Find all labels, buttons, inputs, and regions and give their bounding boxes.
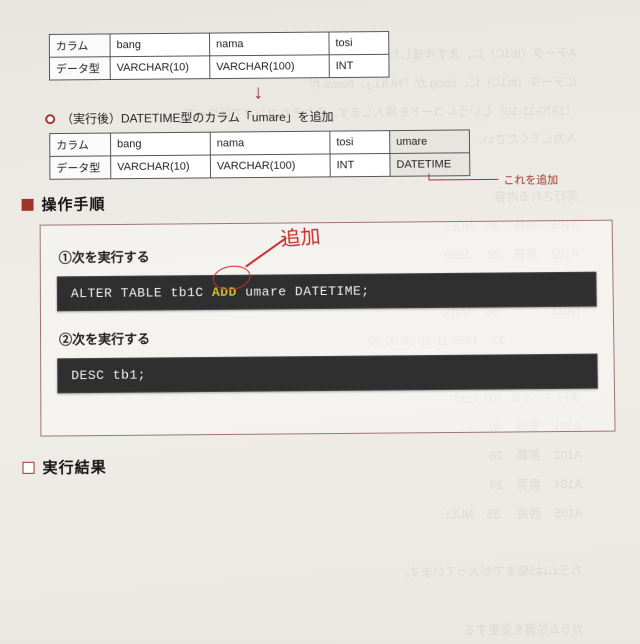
- cell: bang: [111, 132, 211, 156]
- cell: nama: [210, 131, 330, 155]
- table-before: カラム bang nama tosi データ型 VARCHAR(10) VARC…: [49, 31, 390, 80]
- cell: INT: [330, 153, 390, 176]
- cell: nama: [210, 32, 330, 56]
- code-text: ALTER TABLE tb1C: [71, 285, 212, 301]
- section-title: 実行結果: [43, 456, 107, 478]
- section-header-result: 実行結果: [22, 452, 612, 478]
- code-step2: DESC tb1;: [57, 354, 598, 394]
- caption-text: （実行後）DATETIME型のカラム「umare」を追加: [61, 108, 334, 127]
- cell: tosi: [329, 32, 389, 55]
- row-label: データ型: [50, 156, 111, 179]
- cell: bang: [110, 33, 210, 57]
- code-step1: ALTER TABLE tb1C ADD umare DATETIME;: [57, 272, 597, 312]
- annotation-text: これを追加: [503, 171, 558, 187]
- section-title: 操作手順: [41, 193, 105, 214]
- cell: VARCHAR(10): [111, 155, 211, 179]
- row-label: カラム: [49, 34, 110, 57]
- step1-label: ①次を実行する: [59, 243, 597, 267]
- arrow-down-icon: ↓: [109, 81, 408, 103]
- annotation-connector: [429, 179, 499, 181]
- caption-after: （実行後）DATETIME型のカラム「umare」を追加: [45, 105, 607, 127]
- section-header-procedure: 操作手順: [22, 189, 609, 215]
- procedure-box: ①次を実行する 追加 ALTER TABLE tb1C ADD umare DA…: [40, 220, 616, 437]
- square-outline-icon: [22, 461, 34, 473]
- code-text: umare DATETIME;: [237, 284, 370, 300]
- cell: VARCHAR(10): [110, 56, 210, 80]
- cell: INT: [329, 54, 389, 77]
- annotation-connector: [428, 174, 429, 180]
- step2-label: ②次を実行する: [59, 325, 597, 349]
- page-content: カラム bang nama tosi データ型 VARCHAR(10) VARC…: [0, 0, 640, 478]
- cell: VARCHAR(100): [210, 154, 330, 178]
- bullet-icon: [45, 114, 55, 124]
- cell: VARCHAR(100): [210, 55, 330, 79]
- square-icon: [22, 198, 34, 210]
- cell-added: DATETIME: [390, 153, 470, 177]
- cell: tosi: [330, 131, 390, 154]
- table-after: カラム bang nama tosi umare データ型 VARCHAR(10…: [49, 129, 470, 179]
- row-label: カラム: [50, 133, 111, 156]
- cell-added: umare: [390, 130, 470, 154]
- row-label: データ型: [49, 57, 110, 80]
- code-text: DESC tb1;: [71, 368, 146, 384]
